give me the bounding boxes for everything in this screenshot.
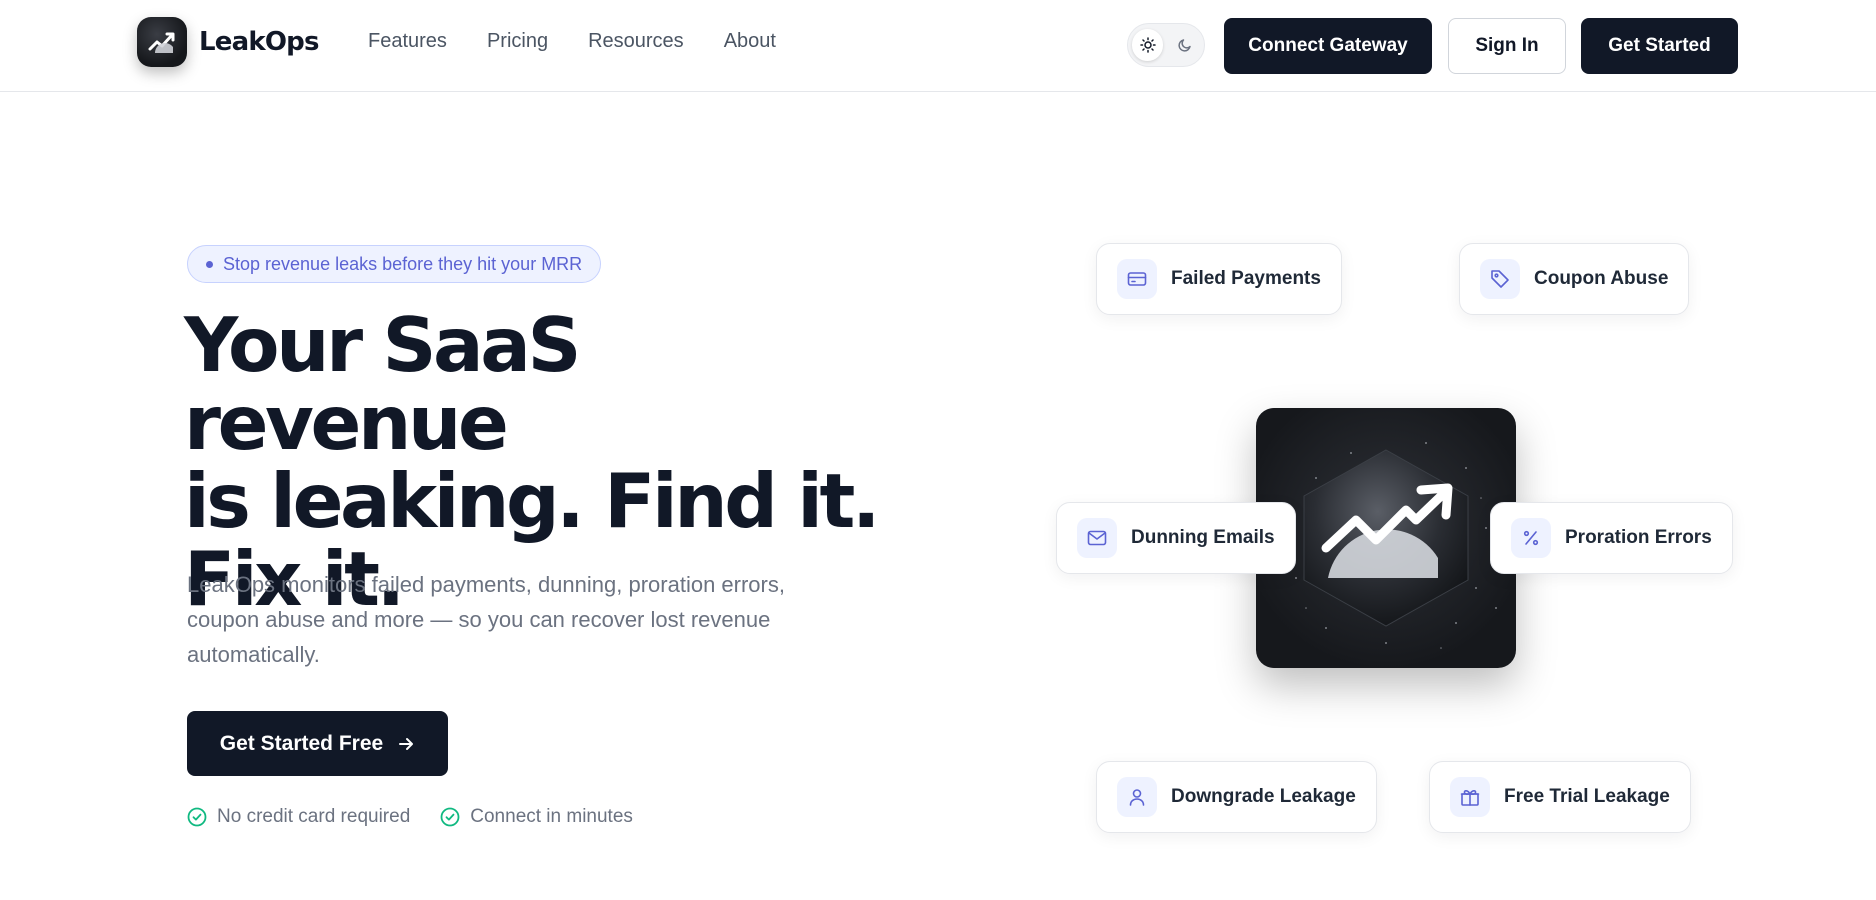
gift-icon xyxy=(1450,777,1490,817)
user-icon xyxy=(1117,777,1157,817)
feature-label: Dunning Emails xyxy=(1131,527,1275,548)
feature-label: Failed Payments xyxy=(1171,268,1321,289)
check-circle-icon xyxy=(440,807,460,827)
nav-link-about[interactable]: About xyxy=(724,30,776,53)
feature-card-coupon-abuse[interactable]: Coupon Abuse xyxy=(1459,243,1690,315)
hero-subtext: LeakOps monitors failed payments, dunnin… xyxy=(187,572,785,667)
logo-link[interactable]: LeakOps xyxy=(137,17,319,67)
feature-card-proration-errors[interactable]: Proration Errors xyxy=(1490,502,1733,574)
badge-dot-icon xyxy=(206,260,213,268)
hero-badge-text: Stop revenue leaks before they hit your … xyxy=(223,253,583,274)
mail-icon xyxy=(1077,518,1117,558)
cta-label: Get Started Free xyxy=(219,731,384,755)
nav-link-resources[interactable]: Resources xyxy=(588,30,684,53)
hero-checks: No credit card required Connect in minut… xyxy=(187,806,633,828)
nav-link-pricing[interactable]: Pricing xyxy=(487,30,548,53)
feature-card-downgrade-leakage[interactable]: Downgrade Leakage xyxy=(1096,761,1377,833)
get-started-free-button[interactable]: Get Started Free xyxy=(187,711,448,776)
feature-card-failed-payments[interactable]: Failed Payments xyxy=(1096,243,1342,315)
feature-card-free-trial-leakage[interactable]: Free Trial Leakage xyxy=(1429,761,1691,833)
main-nav: Features Pricing Resources About xyxy=(368,30,776,53)
arrow-right-icon xyxy=(399,737,414,750)
sun-icon[interactable] xyxy=(1132,29,1163,61)
connect-gateway-button[interactable]: Connect Gateway xyxy=(1224,18,1432,74)
check-circle-icon xyxy=(187,807,207,827)
theme-toggle xyxy=(1127,23,1205,67)
feature-label: Proration Errors xyxy=(1565,527,1712,548)
check-label: No credit card required xyxy=(217,806,411,827)
headline-line-1: Your SaaS revenue xyxy=(184,301,582,467)
hero-badge: Stop revenue leaks before they hit your … xyxy=(187,245,602,283)
percent-icon xyxy=(1511,518,1551,558)
logo-text: LeakOps xyxy=(199,27,319,57)
check-item: Connect in minutes xyxy=(440,806,633,828)
feature-label: Coupon Abuse xyxy=(1534,268,1669,289)
feature-label: Free Trial Leakage xyxy=(1504,786,1670,807)
sign-in-button[interactable]: Sign In xyxy=(1448,18,1566,74)
tag-icon xyxy=(1480,259,1520,299)
check-label: Connect in minutes xyxy=(470,806,633,827)
check-item: No credit card required xyxy=(187,806,410,828)
feature-card-dunning-emails[interactable]: Dunning Emails xyxy=(1056,502,1296,574)
logo-chart-icon xyxy=(137,17,187,67)
site-header: LeakOps Features Pricing Resources About… xyxy=(0,0,1876,92)
credit-card-icon xyxy=(1117,259,1157,299)
headline-line-2: is leaking. Find it. xyxy=(184,457,881,545)
feature-label: Downgrade Leakage xyxy=(1171,786,1356,807)
get-started-button[interactable]: Get Started xyxy=(1581,18,1738,74)
moon-icon[interactable] xyxy=(1169,29,1200,61)
nav-link-features[interactable]: Features xyxy=(368,30,447,53)
